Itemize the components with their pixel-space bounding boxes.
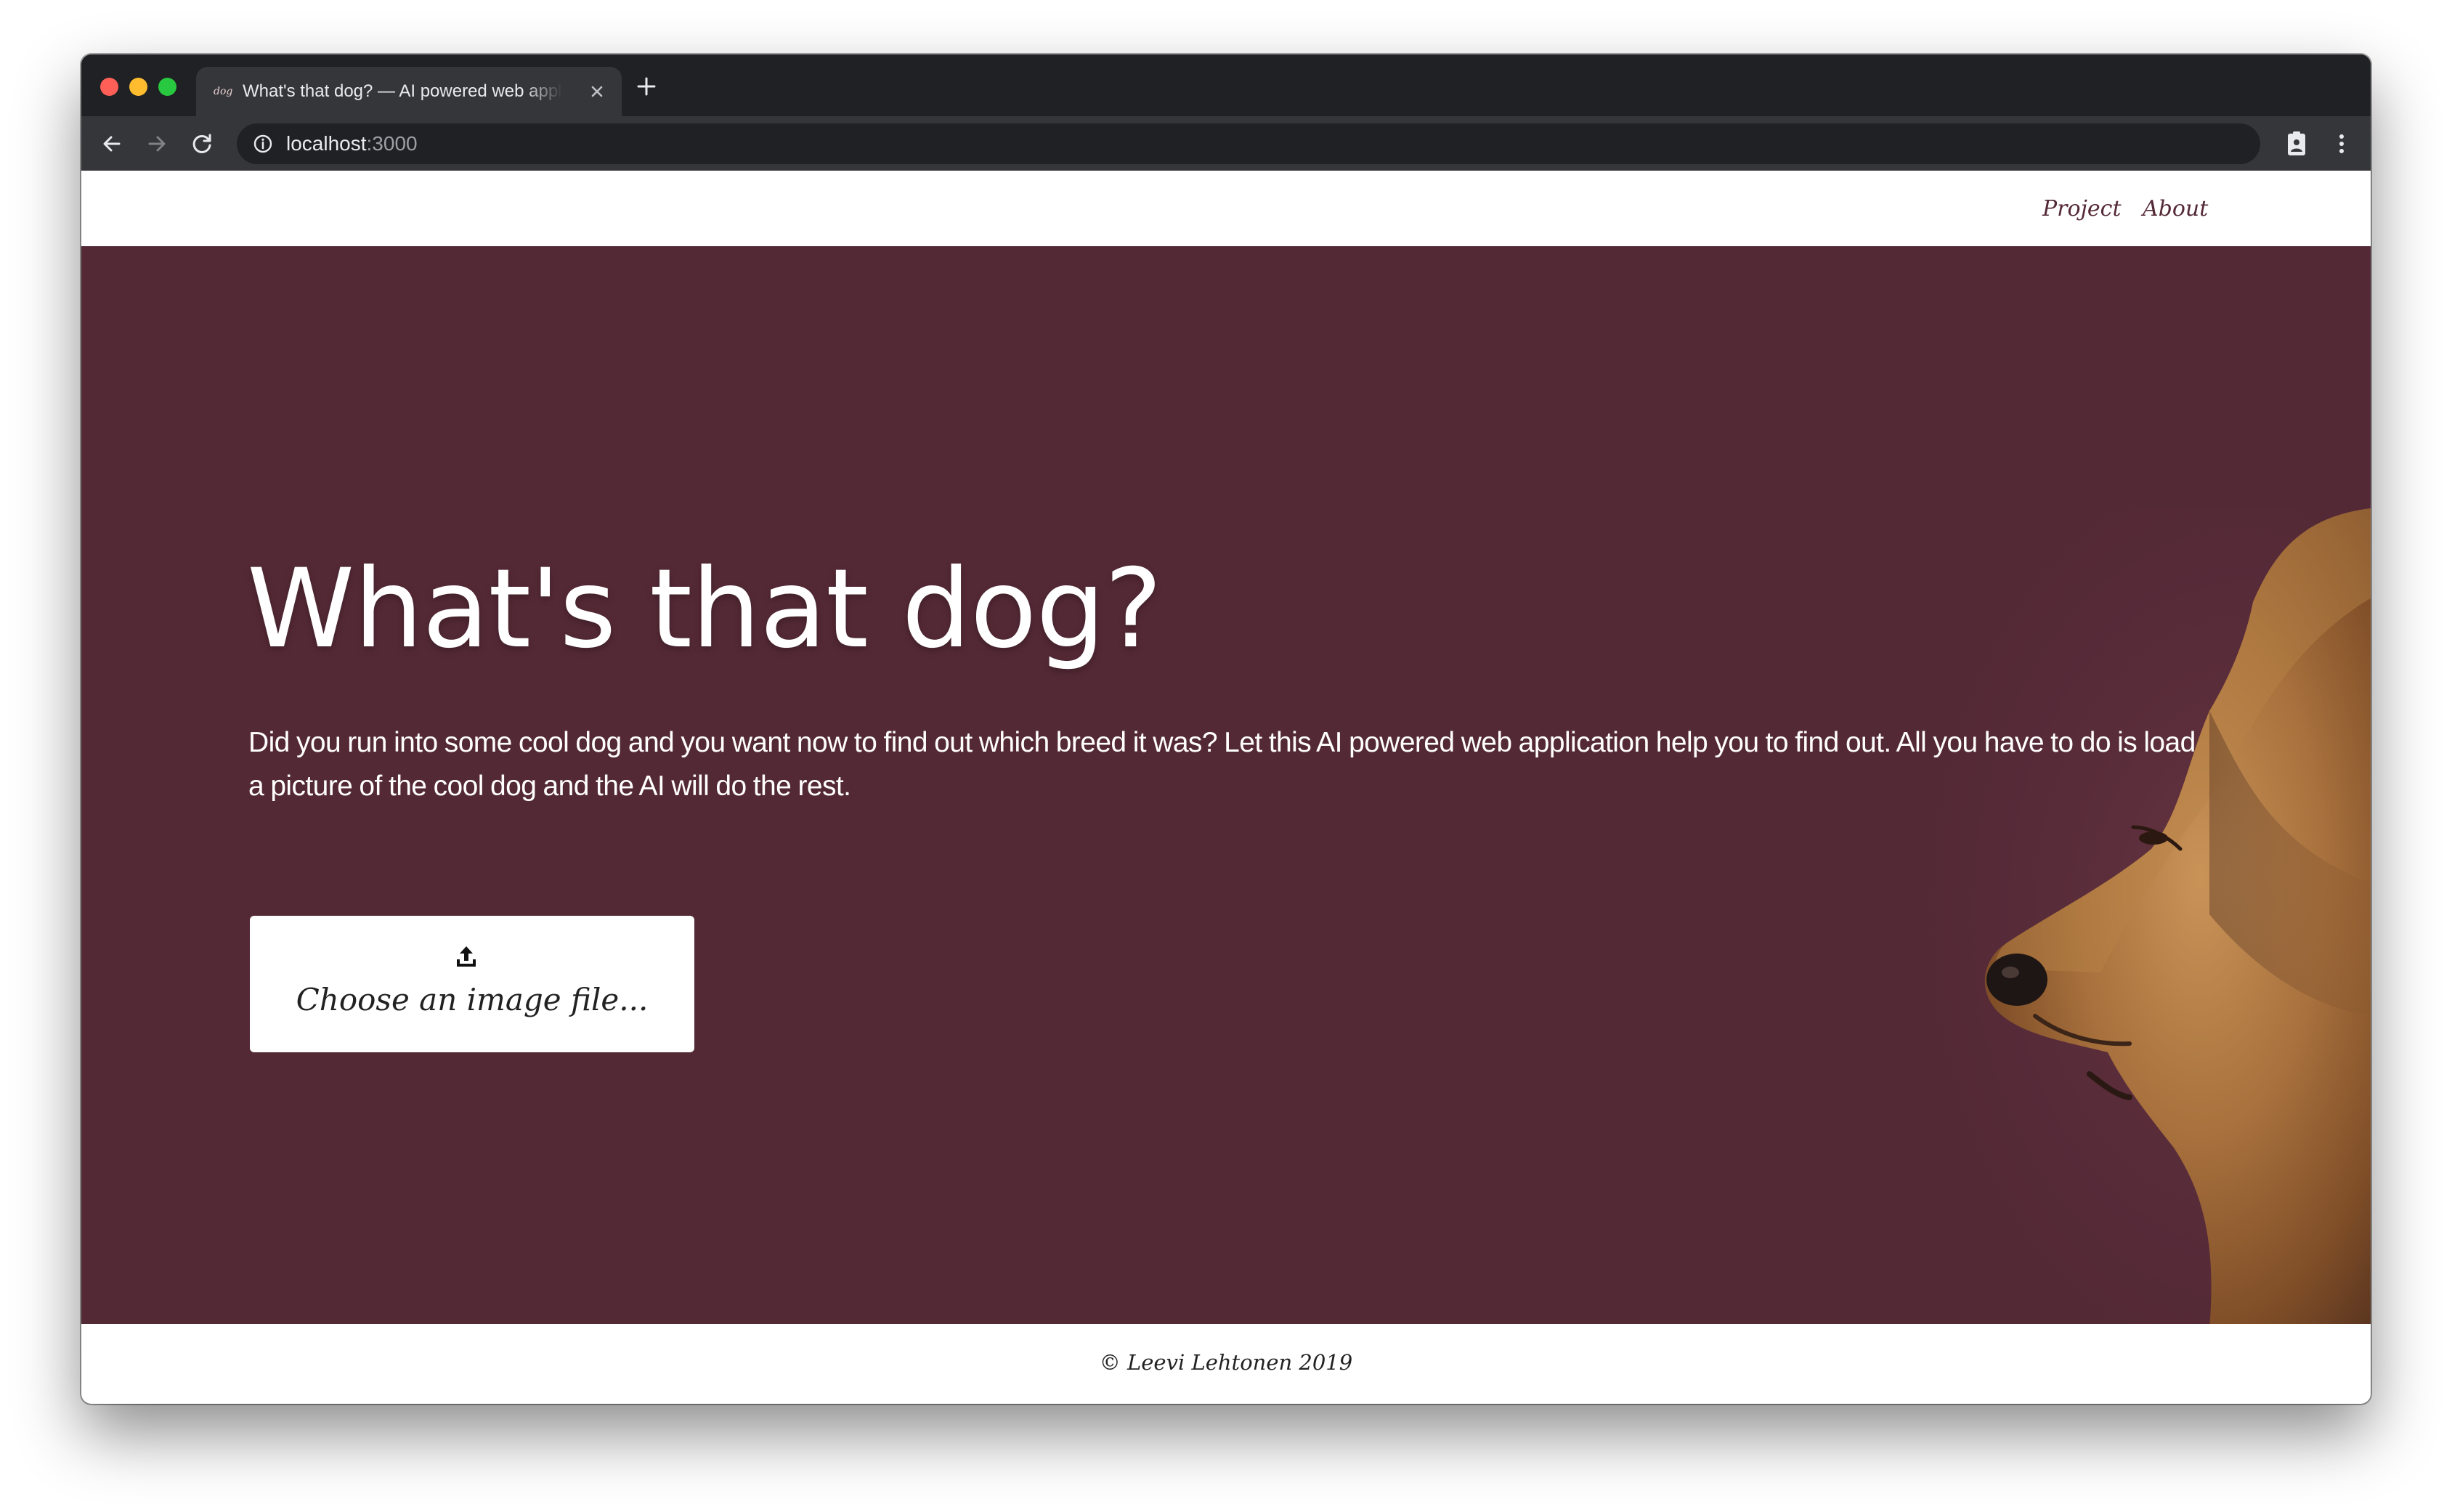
site-info-icon[interactable] <box>253 134 273 154</box>
new-tab-icon[interactable] <box>633 73 659 99</box>
page-viewport: Project About What's that dog? Did you r… <box>81 171 2371 1404</box>
tab-strip: dog What's that dog? — AI powered web ap… <box>81 54 2371 116</box>
screenshot-stage: dog What's that dog? — AI powered web ap… <box>0 0 2452 1512</box>
zoom-window-button[interactable] <box>158 78 176 96</box>
url-host: localhost <box>286 132 367 155</box>
tab-title: What's that dog? — AI powered web applic… <box>243 81 562 101</box>
extension-badge-icon[interactable] <box>2281 128 2313 160</box>
hero-section: What's that dog? Did you run into some c… <box>81 246 2371 1324</box>
back-arrow-icon[interactable] <box>97 129 126 158</box>
more-menu-icon[interactable] <box>2326 128 2358 160</box>
nav-link-project[interactable]: Project <box>2042 191 2122 227</box>
tab-favicon-icon: dog <box>214 86 233 97</box>
close-window-button[interactable] <box>100 78 118 96</box>
nav-link-about[interactable]: About <box>2143 191 2208 227</box>
forward-arrow-icon[interactable] <box>142 129 171 158</box>
site-navbar: Project About <box>81 171 2371 246</box>
hero-description: Did you run into some cool dog and you w… <box>248 727 2196 802</box>
close-tab-icon[interactable] <box>587 81 607 102</box>
hero-title: What's that dog? <box>247 546 1162 672</box>
minimize-window-button[interactable] <box>129 78 147 96</box>
browser-tab-active[interactable]: dog What's that dog? — AI powered web ap… <box>196 67 622 116</box>
browser-window: dog What's that dog? — AI powered web ap… <box>81 54 2371 1404</box>
url-text[interactable]: localhost:3000 <box>286 131 418 157</box>
site-footer: © Leevi Lehtonen 2019 <box>81 1324 2371 1404</box>
url-port: :3000 <box>366 132 418 155</box>
browser-toolbar: localhost:3000 <box>81 116 2371 171</box>
reload-icon[interactable] <box>187 129 216 158</box>
choose-image-file-button[interactable]: Choose an image file... <box>250 916 694 1052</box>
upload-icon <box>457 946 476 967</box>
upload-button-label: Choose an image file... <box>296 982 649 1017</box>
address-bar[interactable]: localhost:3000 <box>237 123 2260 164</box>
golden-retriever-image <box>1875 508 2371 1324</box>
copyright-text: © Leevi Lehtonen 2019 <box>1099 1350 1353 1375</box>
